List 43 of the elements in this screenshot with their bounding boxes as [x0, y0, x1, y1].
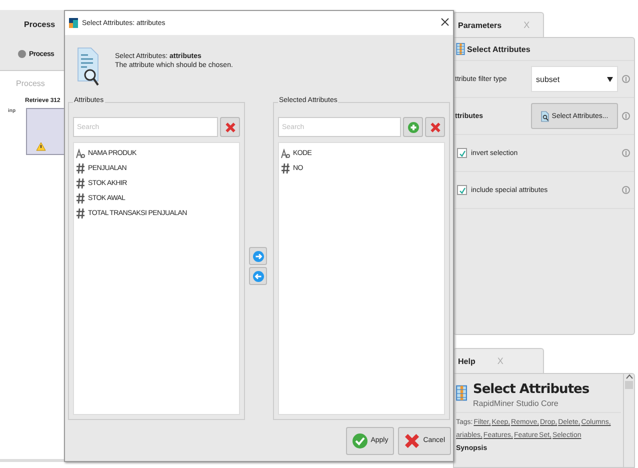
info-icon[interactable] [622, 111, 630, 121]
parameters-tab[interactable]: Parameters [458, 20, 502, 30]
hash-icon [281, 163, 290, 174]
help-tab[interactable]: Help [458, 356, 476, 366]
filter-type-dropdown[interactable]: subset [531, 66, 618, 92]
close-icon [441, 18, 449, 26]
check-icon [352, 432, 368, 448]
scrollbar[interactable] [623, 374, 634, 467]
move-left-button[interactable] [249, 267, 267, 285]
letters-icon [281, 148, 290, 159]
warning-icon [36, 142, 46, 151]
clear-button[interactable] [425, 117, 445, 137]
table-icon [456, 43, 465, 55]
info-icon[interactable] [622, 148, 630, 158]
move-right-button[interactable] [249, 247, 267, 265]
close-icon [404, 432, 420, 448]
scroll-up-icon [626, 374, 632, 379]
checkbox[interactable] [457, 148, 467, 158]
help-title: Select Attributes [473, 382, 590, 397]
arrow-right-icon [252, 250, 264, 262]
hash-icon [76, 178, 85, 189]
add-button[interactable] [403, 117, 423, 137]
scrollbar-thumb[interactable] [625, 381, 633, 389]
clear-button[interactable] [220, 117, 240, 137]
document-search-icon [540, 110, 549, 122]
process-tab[interactable]: Process [24, 20, 56, 28]
help-subtitle: RapidMiner Studio Core [473, 399, 560, 408]
hash-icon [76, 163, 85, 174]
hash-icon [76, 193, 85, 204]
canvas-label: Process [16, 79, 46, 88]
app-icon [69, 18, 78, 28]
document-search-icon [77, 47, 99, 87]
operator-title: Select Attributes [467, 44, 530, 54]
info-icon[interactable] [622, 185, 630, 195]
checkbox[interactable] [457, 185, 467, 195]
plus-icon [408, 122, 418, 132]
letters-icon [76, 148, 85, 159]
caret-icon [607, 76, 613, 82]
hash-icon [76, 208, 85, 219]
close-icon [224, 122, 236, 132]
arrow-left-icon [252, 270, 264, 282]
info-icon[interactable] [622, 74, 630, 84]
close-icon [430, 122, 440, 132]
